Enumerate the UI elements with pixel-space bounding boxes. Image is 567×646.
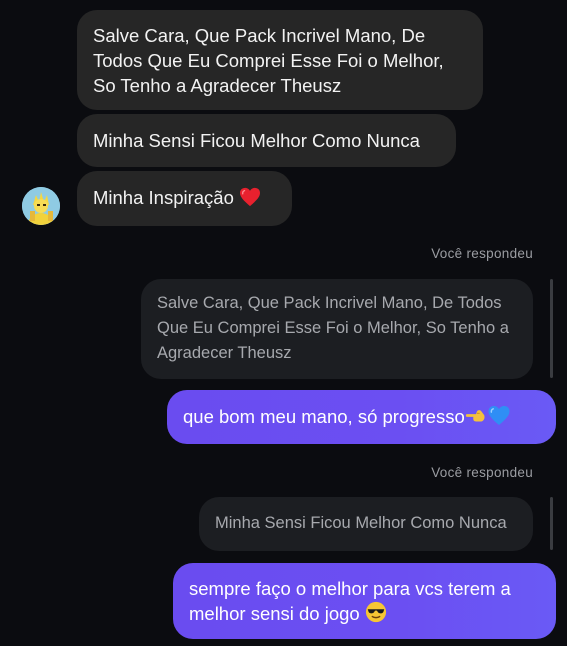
quote-indicator-bar: [550, 497, 553, 550]
incoming-message[interactable]: Minha Sensi Ficou Melhor Como Nunca: [77, 114, 456, 167]
reply-label: Você respondeu: [431, 465, 533, 480]
pointing-hand-icon: [465, 406, 487, 432]
quoted-message[interactable]: Salve Cara, Que Pack Incrivel Mano, De T…: [141, 279, 533, 379]
quote-indicator-bar: [550, 279, 553, 378]
avatar-image: [22, 187, 60, 225]
quoted-text: Salve Cara, Que Pack Incrivel Mano, De T…: [157, 294, 509, 362]
incoming-message[interactable]: Salve Cara, Que Pack Incrivel Mano, De T…: [77, 10, 483, 110]
message-text: sempre faço o melhor para vcs terem a me…: [189, 578, 511, 624]
sender-avatar[interactable]: [22, 187, 60, 225]
outgoing-message[interactable]: sempre faço o melhor para vcs terem a me…: [173, 563, 556, 639]
outgoing-message[interactable]: que bom meu mano, só progresso: [167, 390, 556, 444]
blue-heart-icon: [487, 405, 511, 432]
red-heart-icon: [239, 187, 261, 213]
incoming-message[interactable]: Minha Inspiração: [77, 171, 292, 226]
sunglasses-face-icon: [365, 601, 387, 629]
message-text: Minha Inspiração: [93, 187, 234, 208]
quoted-text: Minha Sensi Ficou Melhor Como Nunca: [215, 514, 507, 532]
reply-label: Você respondeu: [431, 246, 533, 261]
message-text: Minha Sensi Ficou Melhor Como Nunca: [93, 130, 420, 151]
quoted-message[interactable]: Minha Sensi Ficou Melhor Como Nunca: [199, 497, 533, 551]
message-text: Salve Cara, Que Pack Incrivel Mano, De T…: [93, 25, 444, 96]
message-text: que bom meu mano, só progresso: [183, 406, 465, 427]
chat-thread: Salve Cara, Que Pack Incrivel Mano, De T…: [0, 0, 567, 646]
